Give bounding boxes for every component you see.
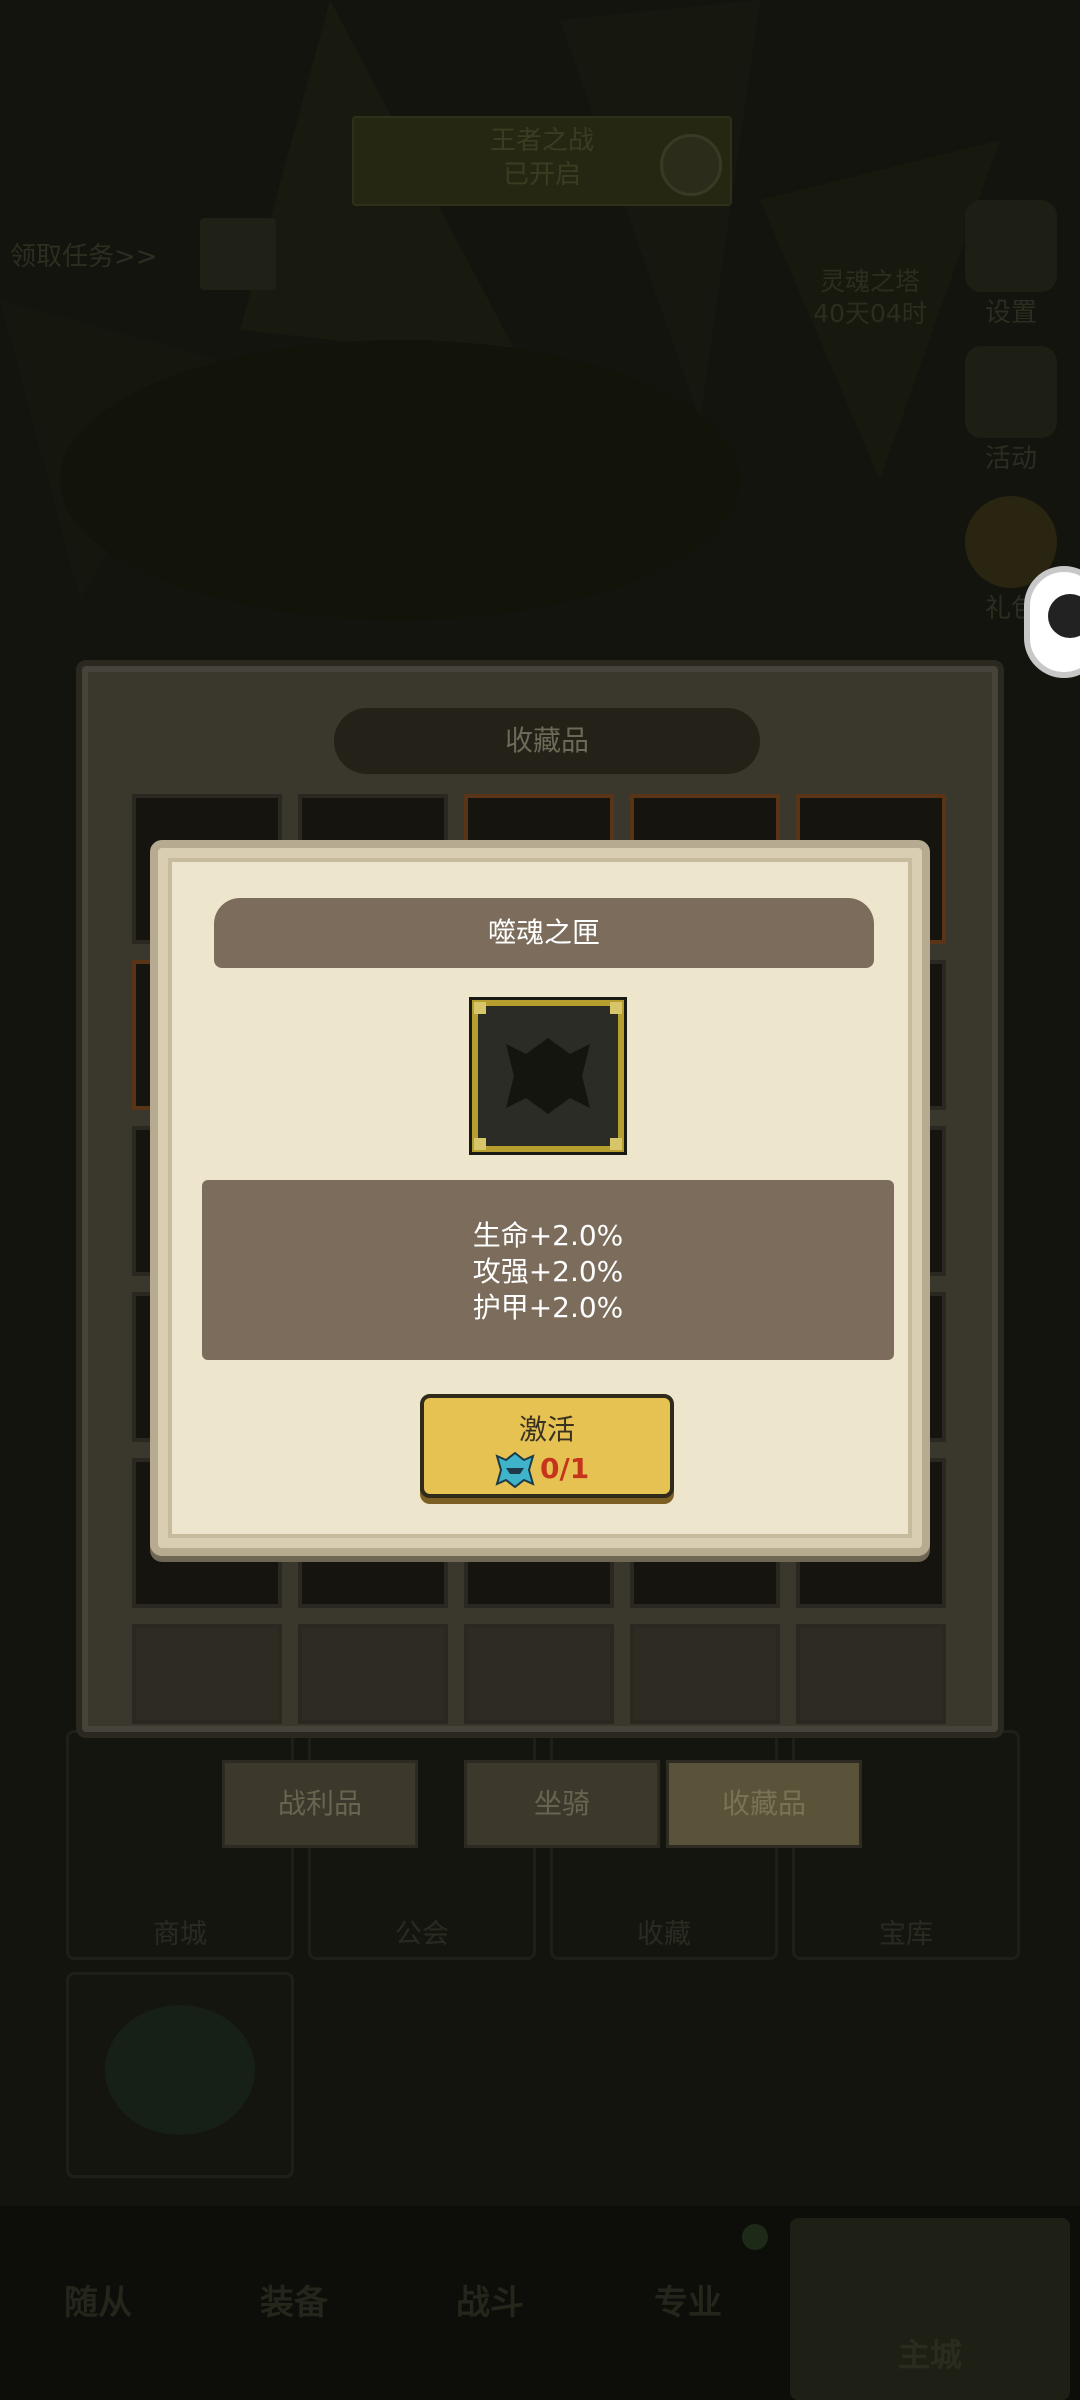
shop-label: 商城 — [153, 1919, 207, 1950]
soul-box-icon — [469, 997, 627, 1155]
floating-assistant-button[interactable] — [1024, 566, 1080, 678]
tab-collectibles[interactable]: 收藏品 — [666, 1760, 862, 1848]
stat-bonus-box: 生命+2.0% 攻强+2.0% 护甲+2.0% — [202, 1180, 894, 1360]
event-banner-status: 已开启 — [502, 160, 581, 190]
activity-label: 活动 — [984, 444, 1037, 474]
season-remaining: 40天04时 — [813, 299, 927, 328]
season-name: 灵魂之塔 — [819, 267, 920, 296]
nav-main-city-label: 主城 — [897, 2336, 962, 2374]
refresh-icon[interactable] — [660, 134, 722, 196]
calendar-icon — [965, 346, 1057, 438]
notification-dot — [742, 2224, 768, 2250]
nav-followers[interactable]: 随从 — [0, 2206, 196, 2400]
soul-box-token-icon — [495, 1451, 535, 1489]
item-name: 噬魂之匣 — [214, 898, 874, 968]
collection-slot[interactable] — [796, 1624, 946, 1724]
collection-label: 收藏 — [637, 1919, 691, 1950]
activate-button[interactable]: 激活 0/1 — [420, 1394, 674, 1498]
activity-button[interactable]: 活动 — [956, 346, 1066, 475]
tab-mounts[interactable]: 坐骑 — [464, 1760, 660, 1848]
nav-battle[interactable]: 战斗 — [392, 2206, 588, 2400]
task-icon[interactable] — [200, 218, 276, 290]
season-info: 灵魂之塔 40天04时 — [800, 266, 940, 330]
settings-label: 设置 — [984, 298, 1037, 328]
nav-equipment[interactable]: 装备 — [196, 2206, 392, 2400]
collection-slot[interactable] — [298, 1624, 448, 1724]
stat-attack: 攻强+2.0% — [472, 1255, 624, 1288]
soul-box-glyph — [506, 1038, 590, 1114]
collection-slot[interactable] — [464, 1624, 614, 1724]
stat-armor: 护甲+2.0% — [472, 1291, 624, 1324]
activate-cost: 0/1 — [494, 1450, 614, 1490]
item-detail-dialog: 噬魂之匣 生命+2.0% 攻强+2.0% 护甲+2.0% 激活 0/1 — [150, 840, 930, 1556]
dragon-icon — [105, 2005, 255, 2135]
assistant-icon — [1048, 594, 1080, 638]
collection-slot[interactable] — [132, 1624, 282, 1724]
background-art — [0, 0, 1000, 620]
collection-panel-title: 收藏品 — [334, 708, 760, 774]
treasury-label: 宝库 — [879, 1919, 933, 1950]
gear-icon — [965, 200, 1057, 292]
activate-cost-count: 0/1 — [540, 1452, 590, 1485]
nav-main-city[interactable]: 主城 — [790, 2218, 1070, 2400]
collection-tabs: 战利品 坐骑 收藏品 — [222, 1760, 862, 1848]
activate-label: 激活 — [518, 1413, 575, 1446]
pet-card[interactable] — [66, 1972, 294, 2178]
tab-loot[interactable]: 战利品 — [222, 1760, 418, 1848]
collection-slot[interactable] — [630, 1624, 780, 1724]
guild-label: 公会 — [395, 1919, 449, 1950]
event-banner[interactable]: 王者之战 已开启 — [352, 116, 732, 206]
stat-hp: 生命+2.0% — [472, 1219, 624, 1252]
settings-button[interactable]: 设置 — [956, 200, 1066, 329]
task-tip-link[interactable]: 领取任务>> — [10, 236, 158, 273]
